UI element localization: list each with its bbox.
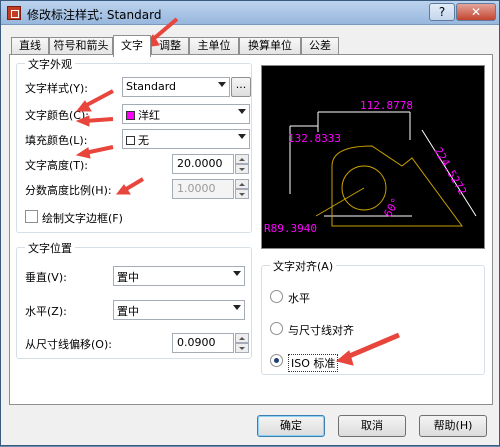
arrow-to-fill-color-head — [75, 147, 91, 159]
dimension-style-dialog: 修改标注样式: Standard ? ✕ 直线 符号和箭头 文字 调整 主单位 … — [0, 0, 500, 446]
tab-text[interactable]: 文字 — [113, 35, 151, 57]
annotation-arrows — [75, 17, 400, 366]
arrow-to-iso-standard — [346, 332, 400, 360]
arrow-to-text-color-head — [75, 115, 90, 127]
